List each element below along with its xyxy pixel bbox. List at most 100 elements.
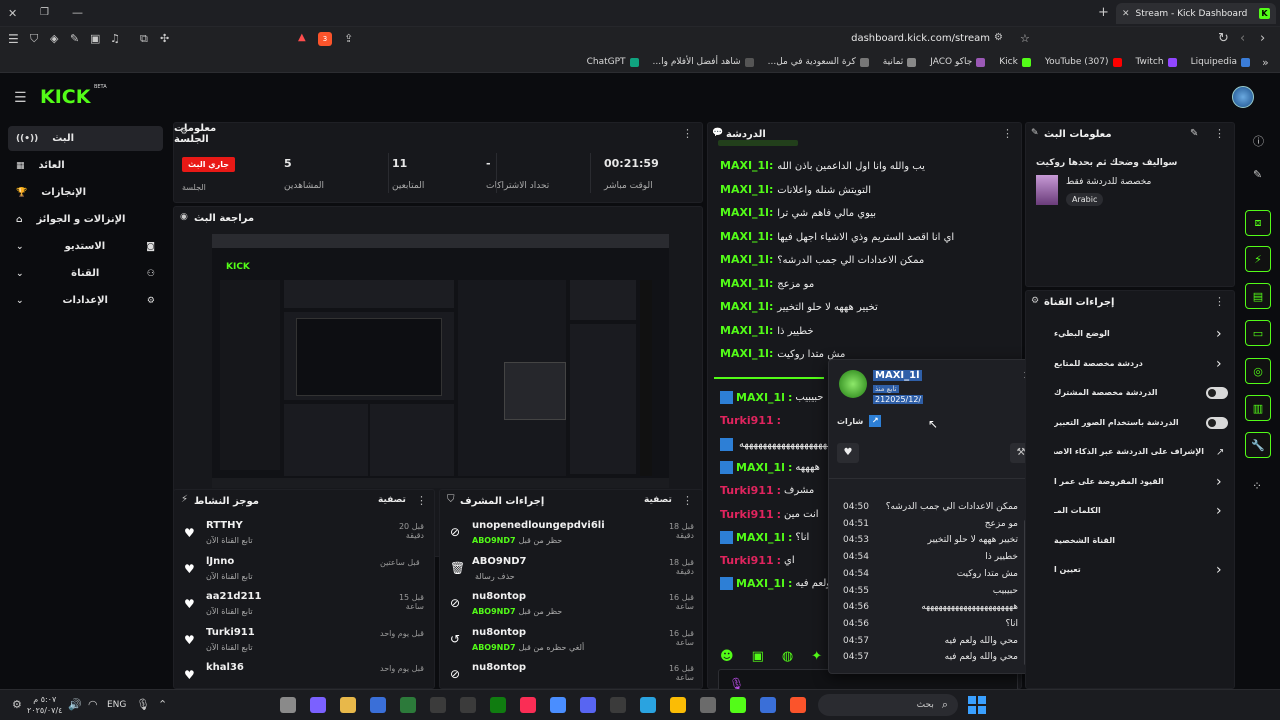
chevron-right-icon[interactable]: › [1216, 562, 1222, 578]
chat-message[interactable]: Turki911: انت مين [720, 508, 819, 521]
obs-icon[interactable] [610, 697, 626, 713]
kick-app-icon[interactable] [730, 697, 746, 713]
ctrl-app-icon[interactable] [430, 697, 446, 713]
chat-message[interactable]: Turki911: اي [720, 554, 795, 567]
chat-username[interactable]: MAXI_1l [736, 391, 785, 404]
bookmark-item[interactable]: (307) YouTube [1045, 57, 1122, 67]
bookmark-item[interactable]: جاكو JACO [930, 57, 986, 67]
language-indicator[interactable]: ENG [107, 700, 126, 710]
chat-username[interactable]: MAXI_1l [720, 183, 769, 196]
media-app-icon[interactable] [700, 697, 716, 713]
lightning-icon[interactable]: ⚡ [1245, 246, 1271, 272]
sidebar-icon[interactable]: ▣ [90, 32, 100, 45]
mod-action-item[interactable]: ↺ nu8ontop ABO9ND7 ألغي حظره من قبل قبل 16 س… [450, 627, 694, 661]
control-toggle[interactable] [1206, 416, 1228, 429]
bookmark-icon[interactable]: ☆ [1020, 32, 1030, 45]
back-icon[interactable]: › [1260, 31, 1265, 46]
nav-item-3[interactable]: ⌂ الإنزالات و الجوائز [8, 207, 163, 232]
store-icon[interactable] [370, 697, 386, 713]
chat-username[interactable]: MAXI_1l [720, 206, 769, 219]
chat-message[interactable]: MAXI_1l: بيوي مالي فاهم شي ترا [720, 206, 876, 219]
activity-menu-icon[interactable]: ⋮ [416, 494, 427, 508]
music-icon[interactable]: ♫ [110, 32, 120, 45]
chat-message[interactable]: MAXI_1l: انا؟ [720, 530, 809, 544]
chat-message[interactable]: MAXI_1l: ههههه [720, 460, 820, 474]
brave-shield-icon[interactable]: 3 [318, 32, 332, 46]
bookmark-item[interactable]: Kick [999, 57, 1031, 67]
activity-filter-button[interactable]: تصفية [378, 495, 406, 505]
forward-icon[interactable]: ‹ [1240, 31, 1245, 46]
chat-username[interactable]: Turki911 [720, 484, 774, 497]
music-app-icon[interactable] [520, 697, 536, 713]
more-bookmarks-icon[interactable]: » [1262, 56, 1269, 69]
chat-username[interactable]: MAXI_1l [720, 277, 769, 290]
nav-item-5[interactable]: ⌄ القناة ⚇ [8, 261, 163, 286]
more-widgets-icon[interactable]: ⁘ [1252, 479, 1262, 493]
activity-item[interactable]: ♥ RTTHY تابع القناة الآن قبل 20 دقيقة [184, 520, 424, 554]
hamburger-menu-icon[interactable]: ☰ [14, 90, 27, 106]
calculator-icon[interactable] [400, 697, 416, 713]
clock[interactable]: ٥:٠٧ م ٢٠٢٥/٠٧/٤ [27, 694, 62, 716]
kick-logo[interactable]: KICK BETA [40, 84, 107, 108]
follow-heart-button[interactable]: ♥ [837, 443, 859, 463]
copilot-icon[interactable] [310, 697, 326, 713]
telegram-icon[interactable] [640, 697, 656, 713]
folder-icon[interactable] [340, 697, 356, 713]
mod-action-item[interactable]: ⊘ nu8ontop ABO9ND7 حظر من قبل قبل 16 ساعة [450, 591, 694, 625]
notification-icon[interactable]: ⚙ [12, 698, 22, 711]
chat-message[interactable]: MAXI_1l: يب والله وانا اول الداعمين باذن… [720, 159, 925, 172]
chat-username[interactable]: MAXI_1l [720, 324, 769, 337]
nav-item-2[interactable]: 🏆 الإنجازات [8, 180, 163, 205]
shield-icon[interactable]: ⛉ [30, 32, 38, 46]
activity-item[interactable]: ♥ aa21d211 تابع القناة الآن قبل 15 ساعة [184, 591, 424, 625]
user-avatar[interactable] [1232, 86, 1254, 108]
broadcast-signal-icon[interactable]: ◎ [1245, 358, 1271, 384]
wifi-icon[interactable]: ◠ [88, 698, 98, 711]
list-icon[interactable]: ▤ [1245, 283, 1271, 309]
reload-icon[interactable]: ↻ [1218, 31, 1229, 46]
new-tab-button[interactable]: + [1098, 5, 1109, 20]
mod-menu-icon[interactable]: ⋮ [682, 494, 693, 508]
tray-chevron-icon[interactable]: ⌃ [158, 698, 167, 711]
chat-message[interactable]: MAXI_1l: ممكن الاعدادات الي جمب الدرشه؟ [720, 253, 924, 266]
taskbar-search[interactable]: بحث ⌕ [818, 694, 958, 716]
chat-username[interactable]: MAXI_1l [736, 577, 785, 590]
screenshot-icon[interactable]: ⧉ [140, 32, 148, 46]
restore-window-icon[interactable]: ❐ [40, 7, 49, 18]
activity-item[interactable]: ♥ Turki911 تابع القناة الآن قبل يوم واحد [184, 627, 424, 661]
chat-message[interactable]: Turki911: [720, 414, 784, 427]
speedometer-icon[interactable] [460, 697, 476, 713]
mod-filter-button[interactable]: تصفية [644, 495, 672, 505]
close-window-icon[interactable]: ✕ [8, 7, 17, 20]
message-icon[interactable]: ▭ [1245, 320, 1271, 346]
emote-icon[interactable]: ▣ [752, 649, 764, 664]
chat-message[interactable]: MAXI_1l: مو مزعج [720, 277, 814, 290]
chat-username[interactable]: MAXI_1l [720, 159, 769, 172]
control-toggle[interactable] [1206, 387, 1228, 399]
vpn-icon[interactable]: ◈ [50, 32, 58, 45]
start-button[interactable] [968, 696, 986, 714]
brave-icon[interactable] [790, 697, 806, 713]
screen-capture-icon[interactable]: ⧈ [1245, 210, 1271, 236]
nav-item-4[interactable]: ⌄ الاستديو ◙ [8, 234, 163, 259]
chevron-right-icon[interactable]: › [1216, 356, 1222, 372]
active-tab[interactable]: ✕ Stream - Kick Dashboard K [1116, 3, 1276, 24]
chat-message[interactable]: MAXI_1l: خطيير ذا [720, 324, 814, 337]
info-icon[interactable]: ⓘ [1253, 133, 1264, 149]
url-bar[interactable]: dashboard.kick.com/stream [820, 33, 990, 44]
xbox-icon[interactable] [490, 697, 506, 713]
bookmark-item[interactable]: Liquipedia [1191, 57, 1250, 67]
volume-icon[interactable]: 🔊 [68, 698, 82, 711]
chat-menu-icon[interactable]: ⋮ [1002, 127, 1013, 141]
microphone-icon[interactable]: 🎙 [136, 698, 150, 711]
chat-username[interactable]: Turki911 [720, 414, 774, 427]
session-menu-icon[interactable]: ⋮ [682, 127, 693, 141]
chevron-right-icon[interactable]: › [1216, 326, 1222, 342]
nav-item-1[interactable]: ▦ العائد [8, 153, 163, 178]
site-settings-icon[interactable]: ⚙ [994, 32, 1003, 43]
shield-app-icon[interactable] [760, 697, 776, 713]
minimize-window-icon[interactable]: — [72, 6, 83, 19]
nav-item-0[interactable]: ((•)) البث [8, 126, 163, 151]
mod-actor[interactable]: ABO9ND7 [472, 607, 516, 616]
bookmark-item[interactable]: Twitch [1136, 57, 1177, 67]
